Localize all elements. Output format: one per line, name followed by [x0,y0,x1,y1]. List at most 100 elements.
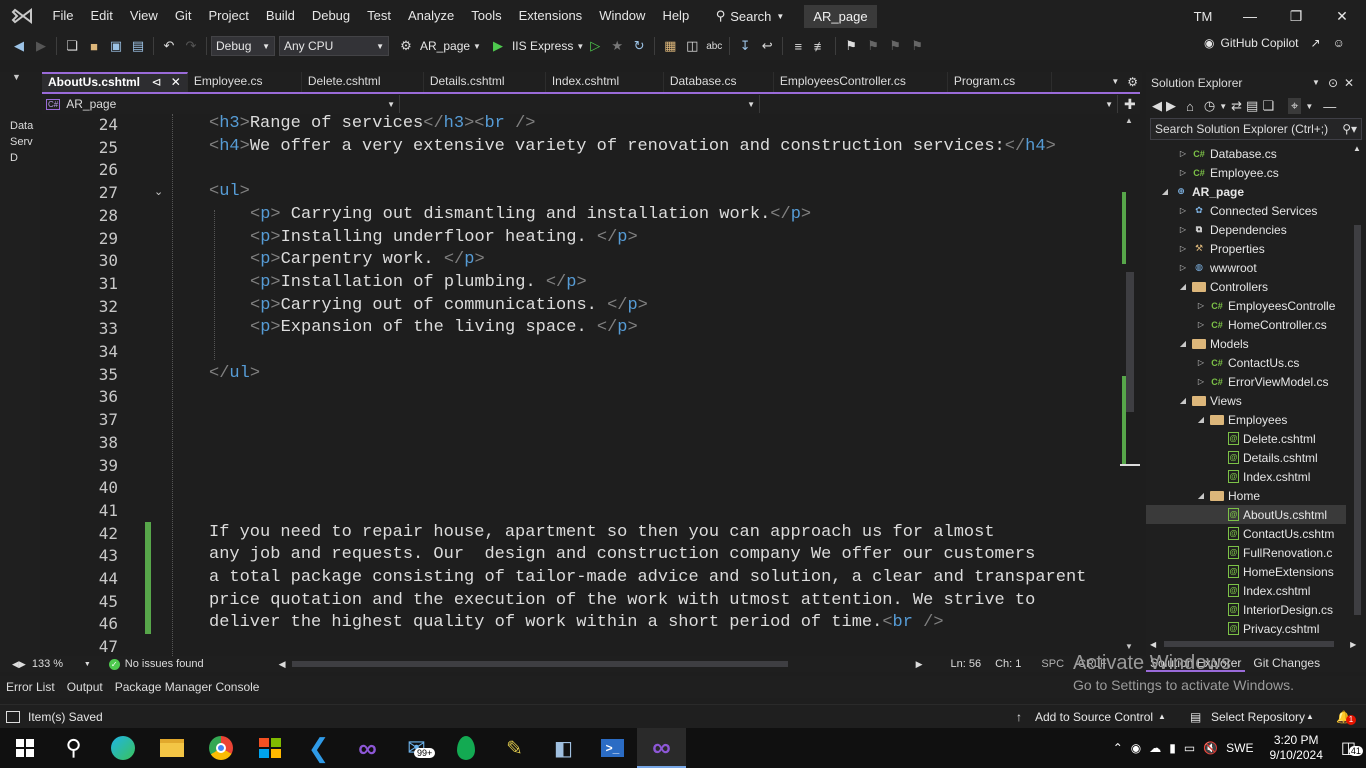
scroll-left-icon[interactable]: ◀ [1150,640,1156,649]
tab-details[interactable]: Details.cshtml [424,72,546,92]
collapse-all-icon[interactable]: ▤ [1246,98,1258,114]
solution-folder-icon[interactable]: ▦ [659,35,681,57]
taskbar-visual-studio-2022[interactable]: ∞ [343,728,392,768]
server-explorer-tab[interactable]: Serv [0,136,40,148]
code-line[interactable]: <p>Installing underfloor heating. </p> [250,228,638,247]
tree-vertical-scrollbar[interactable]: ▲ [1350,144,1364,638]
code-line[interactable]: If you need to repair house, apartment s… [209,523,995,542]
tree-item[interactable]: @ Details.cshtml [1146,448,1346,467]
collapsed-arrow-icon[interactable]: ▷ [1178,149,1188,158]
solution-tree[interactable]: ▷ C# Database.cs ▷ C# Employee.cs ◢ ⊕ AR_page ▷ ✿ C… [1146,144,1346,638]
menu-build[interactable]: Build [257,0,303,32]
member-scope-select[interactable]: ▼ [760,95,1118,113]
display-icon[interactable]: ▭ [1184,741,1195,755]
column-indicator[interactable]: Ch: 1 [995,658,1021,670]
dropdown-icon[interactable]: ▼ [1312,72,1320,94]
navigate-forward-icon[interactable]: ▶ [30,35,52,57]
home-icon[interactable]: ⌂ [1186,99,1194,114]
tree-item[interactable]: ▷ ◍ wwwroot [1146,258,1346,277]
cloud-icon[interactable]: ☁ [1149,741,1161,755]
navigate-back-icon[interactable]: ◀ [8,35,30,57]
save-icon[interactable]: ▣ [105,35,127,57]
tree-horizontal-scrollbar[interactable]: ◀ ▶ [1150,638,1364,650]
webcam-icon[interactable]: ◉ [1131,741,1141,755]
menu-view[interactable]: View [121,0,166,32]
minimize-button[interactable]: — [1228,0,1272,32]
expanded-arrow-icon[interactable]: ◢ [1178,282,1188,291]
taskbar-edge[interactable] [98,728,147,768]
tab-employee[interactable]: Employee.cs [188,72,302,92]
line-ending-indicator[interactable]: CRLF [1078,658,1107,670]
chevron-down-icon[interactable]: ▼ [1305,102,1313,111]
menu-tools[interactable]: Tools [463,0,510,32]
code-line[interactable]: deliver the highest quality of work with… [209,613,944,632]
expanded-arrow-icon[interactable]: ◢ [1178,339,1188,348]
tree-item[interactable]: ▷ C# HomeController.cs [1146,315,1346,334]
taskbar-vscode[interactable]: ❮ [294,728,343,768]
menu-help[interactable]: Help [654,0,698,32]
collapsed-arrow-icon[interactable]: ▷ [1178,206,1188,215]
line-indicator[interactable]: Ln: 56 [951,658,982,670]
redo-icon[interactable]: ↷ [180,35,202,57]
code-line[interactable]: price quotation and the execution of the… [209,591,1035,610]
collapsed-arrow-icon[interactable]: ▷ [1178,168,1188,177]
tab-employees-controller[interactable]: EmployeesController.cs [774,72,948,92]
window-layout-icon[interactable]: ◫ [681,35,703,57]
tree-item[interactable]: ◢ Views [1146,391,1346,410]
close-icon[interactable]: ✕ [171,75,181,89]
tree-item[interactable]: @ Index.cshtml [1146,467,1346,486]
horizontal-scrollbar[interactable] [291,661,788,667]
hot-reload-icon[interactable]: ★ [606,35,628,57]
tree-item[interactable]: @ Delete.cshtml [1146,429,1346,448]
tree-item[interactable]: ◢ Models [1146,334,1346,353]
tab-git-changes[interactable]: Git Changes [1245,656,1328,672]
taskbar-mongodb[interactable] [441,728,490,768]
issues-status[interactable]: No issues found [125,658,204,670]
spell-check-icon[interactable]: abc [703,35,725,57]
pin-icon[interactable]: ⊙ [1328,72,1338,94]
code-line[interactable]: a total package consisting of tailor-mad… [209,568,1086,587]
tree-item[interactable]: @ Privacy.cshtml [1146,619,1346,638]
expanded-arrow-icon[interactable]: ◢ [1196,491,1206,500]
tab-package-manager-console[interactable]: Package Manager Console [109,680,266,694]
type-scope-select[interactable]: ▼ [400,95,760,113]
collapsed-arrow-icon[interactable]: ▷ [1196,320,1206,329]
split-editor-icon[interactable]: ✚ [1118,96,1136,113]
menu-test[interactable]: Test [359,0,400,32]
tab-program[interactable]: Program.cs [948,72,1052,92]
collapsed-arrow-icon[interactable]: ▷ [1178,225,1188,234]
prev-bookmark-icon[interactable]: ⚑ [862,35,884,57]
code-editor[interactable]: 24 25 26 27 28 29 30 31 32 33 34 35 36 37 38 39 40 41 42 43… [42,114,1120,656]
github-copilot-button[interactable]: ◉ GitHub Copilot ↗ ☺ [1204,36,1345,50]
expanded-arrow-icon[interactable]: ◢ [1160,187,1170,196]
close-button[interactable]: ✕ [1320,0,1364,32]
settings-icon[interactable]: ⚙ [1127,72,1142,92]
startup-project-select[interactable]: AR_page [417,39,473,53]
scroll-thumb[interactable] [1126,272,1134,412]
menu-edit[interactable]: Edit [82,0,121,32]
restore-button[interactable]: ❐ [1274,0,1318,32]
scroll-down-icon[interactable]: ▼ [1125,642,1133,651]
uncomment-icon[interactable]: ≢ [809,35,831,57]
collapsed-arrow-icon[interactable]: ▷ [1178,244,1188,253]
tree-item[interactable]: ◢ Controllers [1146,277,1346,296]
start-button[interactable] [0,728,49,768]
tab-index[interactable]: Index.cshtml [546,72,664,92]
tree-item[interactable]: ◢ Home [1146,486,1346,505]
tree-item[interactable]: @ InteriorDesign.cs [1146,600,1346,619]
forward-icon[interactable]: ▶ [1166,98,1176,114]
code-line[interactable]: <ul> [209,182,250,201]
tree-item[interactable]: ▷ C# EmployeesControlle [1146,296,1346,315]
scroll-thumb[interactable] [1164,641,1335,647]
platform-select[interactable]: Any CPU ▼ [279,36,389,56]
chevron-down-icon[interactable]: ▼ [1219,102,1227,111]
fold-collapse-icon[interactable]: ⌄ [154,185,163,198]
pin-icon[interactable]: ⊲ [151,75,161,89]
select-repository-button[interactable]: Select Repository [1211,710,1305,724]
menu-analyze[interactable]: Analyze [399,0,462,32]
hscroll-left-icon[interactable]: ◀ [279,659,286,670]
tab-error-list[interactable]: Error List [0,680,61,694]
tab-aboutus[interactable]: AboutUs.cshtml ⊲ ✕ [42,72,188,92]
back-icon[interactable]: ◀ [1152,98,1162,114]
zoom-select[interactable]: 133 % [32,658,84,670]
